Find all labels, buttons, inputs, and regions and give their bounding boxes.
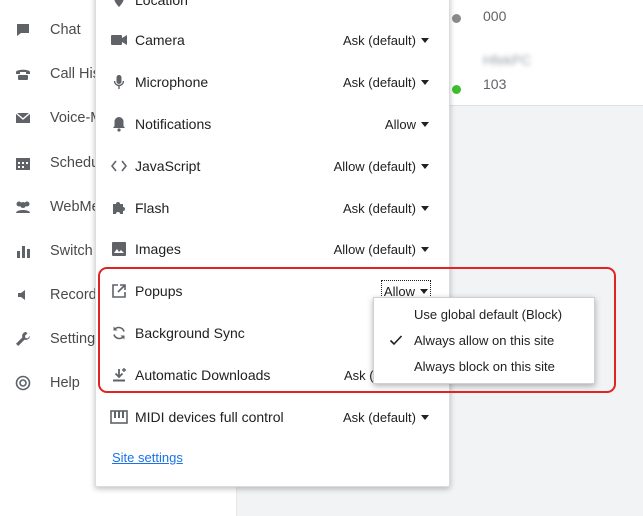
select-value: Ask (default) <box>343 74 416 90</box>
people-icon <box>14 198 32 216</box>
caret-down-icon <box>421 121 429 127</box>
camera-setting-select[interactable]: Ask (default) <box>341 29 431 51</box>
chat-icon <box>14 21 32 39</box>
image-icon <box>110 240 128 258</box>
select-value: Ask (default) <box>343 200 416 216</box>
sidebar-item-label: Chat <box>50 22 81 38</box>
caret-down-icon <box>421 414 429 420</box>
permission-row-camera: Camera Ask (default) <box>96 19 451 61</box>
caret-down-icon <box>421 163 429 169</box>
microphone-setting-select[interactable]: Ask (default) <box>341 71 431 93</box>
option-always-block[interactable]: Always block on this site <box>374 354 594 380</box>
select-value: Ask ( <box>344 367 374 383</box>
download-icon <box>110 366 128 384</box>
caret-down-icon <box>421 246 429 252</box>
wrench-icon <box>14 330 32 348</box>
select-value: Ask (default) <box>343 409 416 425</box>
permission-label: Notifications <box>135 116 212 132</box>
status-dot <box>450 83 463 96</box>
sidebar-item-label: Switch <box>50 243 93 259</box>
flash-setting-select[interactable]: Ask (default) <box>341 197 431 219</box>
select-value: Allow (default) <box>333 158 416 174</box>
javascript-setting-select[interactable]: Allow (default) <box>332 155 431 177</box>
permission-row-flash: Flash Ask (default) <box>96 187 451 229</box>
option-use-global-default[interactable]: Use global default (Block) <box>374 302 594 328</box>
caret-down-icon <box>421 79 429 85</box>
calendar-icon <box>14 154 32 172</box>
site-info-popup: Location Camera Ask (default) Microphone… <box>95 0 450 487</box>
permission-label: JavaScript <box>135 158 201 174</box>
open-in-new-icon <box>110 282 128 300</box>
permission-row-microphone: Microphone Ask (default) <box>96 61 451 103</box>
permission-row-images: Images Allow (default) <box>96 228 451 270</box>
option-label: Always block on this site <box>414 359 555 374</box>
permission-row-notifications: Notifications Allow <box>96 103 451 145</box>
caret-down-icon <box>421 205 429 211</box>
microphone-icon <box>110 73 128 91</box>
mail-icon <box>14 109 32 127</box>
puzzle-icon <box>110 199 128 217</box>
permission-label: Automatic Downloads <box>135 367 271 383</box>
sidebar-item-label: WebMe <box>50 199 100 215</box>
select-value: Ask (default) <box>343 32 416 48</box>
contact-extension: 000 <box>483 8 507 24</box>
sidebar-item-label: Record <box>50 287 97 303</box>
permission-row-javascript: JavaScript Allow (default) <box>96 145 451 187</box>
permission-row-location: Location <box>96 0 451 21</box>
location-icon <box>110 0 128 9</box>
permission-label: Background Sync <box>135 325 245 341</box>
sidebar-item-label: Call His <box>50 66 100 82</box>
permission-label: Microphone <box>135 74 209 90</box>
camera-icon <box>110 31 128 49</box>
permission-label: Images <box>135 241 181 257</box>
notifications-setting-select[interactable]: Allow <box>383 113 431 135</box>
option-always-allow[interactable]: Always allow on this site <box>374 328 594 354</box>
site-settings-link[interactable]: Site settings <box>112 450 183 465</box>
option-label: Always allow on this site <box>414 333 555 348</box>
speaker-icon <box>14 286 32 304</box>
contact-extension: 103 <box>483 76 507 92</box>
piano-icon <box>110 408 128 426</box>
phone-icon <box>14 65 32 83</box>
code-icon <box>110 157 128 175</box>
permission-label: Location <box>135 0 188 8</box>
automatic-downloads-setting-select[interactable]: Ask ( <box>342 364 376 386</box>
caret-down-icon <box>421 37 429 43</box>
caret-down-icon <box>420 288 428 294</box>
sidebar-item-label: Help <box>50 375 80 391</box>
option-label: Use global default (Block) <box>414 307 563 322</box>
permission-label: Flash <box>135 200 170 216</box>
sidebar-item-label: Schedu <box>50 155 100 171</box>
popups-dropdown-menu: Use global default (Block) Always allow … <box>373 297 595 384</box>
sync-icon <box>110 324 128 342</box>
bell-icon <box>110 115 128 133</box>
bar-chart-icon <box>14 242 32 260</box>
checkmark-icon <box>388 332 404 348</box>
midi-setting-select[interactable]: Ask (default) <box>341 406 431 428</box>
permission-row-midi: MIDI devices full control Ask (default) <box>96 396 451 438</box>
contact-name: HfekPC <box>483 52 532 68</box>
select-value: Allow (default) <box>333 241 416 257</box>
select-value: Allow <box>384 116 416 132</box>
permission-label: MIDI devices full control <box>135 409 284 425</box>
status-dot <box>450 12 463 25</box>
lifebuoy-icon <box>14 374 32 392</box>
permission-label: Popups <box>135 283 183 299</box>
sidebar-item-label: Setting <box>50 331 96 347</box>
images-setting-select[interactable]: Allow (default) <box>332 238 431 260</box>
permission-label: Camera <box>135 32 185 48</box>
